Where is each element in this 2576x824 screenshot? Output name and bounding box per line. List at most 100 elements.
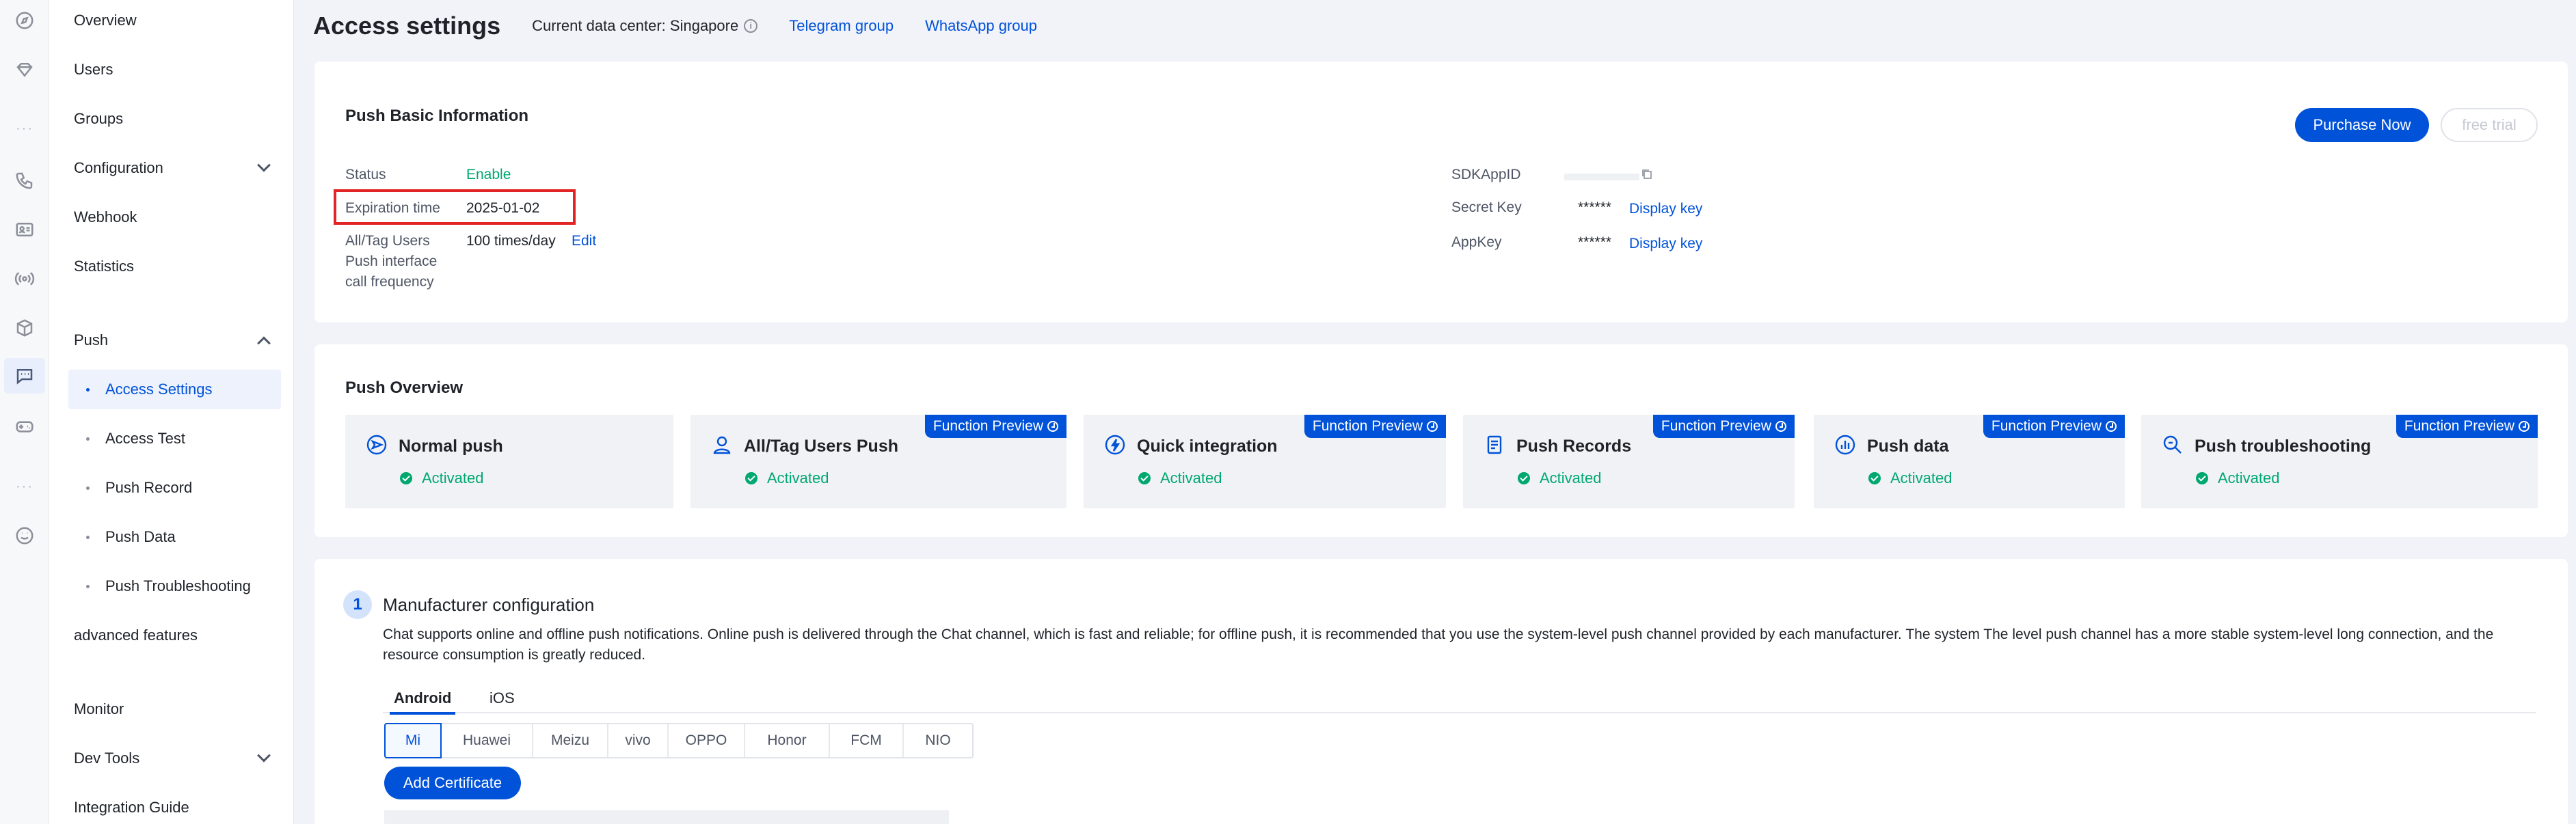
page-title: Access settings <box>313 12 501 40</box>
sidebar-item-statistics[interactable]: Statistics <box>74 247 281 286</box>
basic-info-title: Push Basic Information <box>345 107 529 125</box>
gem-icon[interactable] <box>12 57 37 82</box>
sidebar-item-push-record[interactable]: Push Record <box>68 468 281 508</box>
separator-dots: ··· <box>16 479 33 494</box>
chevron-up-icon <box>257 336 271 351</box>
function-preview-badge[interactable]: Function Preview <box>2396 415 2538 438</box>
secret-key-mask: ****** <box>1578 200 1612 215</box>
vendor-honor[interactable]: Honor <box>745 724 830 757</box>
status-value: Enable <box>466 167 511 182</box>
tile-status: Activated <box>1138 469 1222 487</box>
function-preview-badge[interactable]: Function Preview <box>1652 415 1795 438</box>
sidebar-item-access-settings[interactable]: Access Settings <box>68 370 281 409</box>
chevron-down-icon <box>257 158 271 172</box>
feature-tile-quick-integration[interactable]: Quick integration Activated Function Pre… <box>1084 415 1446 508</box>
secret-key-label: Secret Key <box>1451 200 1522 215</box>
chat-icon[interactable] <box>4 358 45 394</box>
tile-status: Activated <box>1518 469 1602 487</box>
sidebar-item-overview[interactable]: Overview <box>74 1 281 40</box>
function-preview-badge[interactable]: Function Preview <box>924 415 1066 438</box>
sidebar-item-push[interactable]: Push <box>74 321 281 359</box>
feature-tile-push-records[interactable]: Push Records Activated Function Preview <box>1463 415 1795 508</box>
add-certificate-button[interactable]: Add Certificate <box>384 767 521 799</box>
sidebar-item-access-test[interactable]: Access Test <box>68 419 281 458</box>
vendor-nio[interactable]: NIO <box>904 724 972 757</box>
copy-icon[interactable] <box>1641 168 1653 180</box>
frequency-label-line-3: call frequency <box>345 274 434 290</box>
tile-status: Activated <box>1868 469 1953 487</box>
smile-icon[interactable] <box>12 523 37 548</box>
sidebar-nav: Overview Users Groups Configuration Webh… <box>49 0 294 824</box>
feature-tile-normal-push[interactable]: Normal push Activated <box>345 415 673 508</box>
preview-clock-icon <box>1427 421 1438 432</box>
sidebar-item-integration-guide[interactable]: Integration Guide <box>74 788 281 824</box>
chart-icon <box>1834 434 1856 456</box>
feature-tile-all-tag-users-push[interactable]: All/Tag Users Push Activated Function Pr… <box>690 415 1066 508</box>
sidebar-item-users[interactable]: Users <box>74 51 281 89</box>
check-circle-icon <box>400 472 412 484</box>
display-secret-key-link[interactable]: Display key <box>1629 201 1702 217</box>
sidebar-item-groups[interactable]: Groups <box>74 100 281 138</box>
bullet-icon <box>86 486 90 490</box>
sidebar-item-push-data[interactable]: Push Data <box>68 517 281 557</box>
check-circle-icon <box>1518 472 1530 484</box>
tile-title: Normal push <box>399 437 503 456</box>
icon-rail: ··· ··· <box>0 0 49 824</box>
sidebar-item-push-troubleshooting[interactable]: Push Troubleshooting <box>68 566 281 606</box>
preview-clock-icon <box>1047 421 1058 432</box>
broadcast-icon[interactable] <box>12 266 37 291</box>
sidebar-item-configuration[interactable]: Configuration <box>74 149 281 187</box>
bullet-icon <box>86 387 90 392</box>
preview-clock-icon <box>2519 421 2530 432</box>
vendor-oppo[interactable]: OPPO <box>669 724 745 757</box>
vendor-mi[interactable]: Mi <box>384 723 442 758</box>
push-overview-title: Push Overview <box>345 379 464 397</box>
vendor-selector: Mi Huawei Meizu vivo OPPO Honor FCM NIO <box>384 723 974 758</box>
function-preview-badge[interactable]: Function Preview <box>1983 415 2125 438</box>
page-header: Access settings Current data center: Sin… <box>313 10 1037 42</box>
sdkappid-value <box>1564 174 1639 180</box>
telegram-group-link[interactable]: Telegram group <box>789 17 894 35</box>
free-trial-button[interactable]: free trial <box>2441 108 2538 142</box>
tile-title: Push Records <box>1516 437 1632 456</box>
bullet-icon <box>86 437 90 441</box>
data-center-label: Current data center: Singapore <box>532 17 739 34</box>
expiration-highlight-box <box>334 189 576 225</box>
sidebar-item-webhook[interactable]: Webhook <box>74 198 281 236</box>
sidebar-item-monitor[interactable]: Monitor <box>74 690 281 728</box>
vendor-huawei[interactable]: Huawei <box>442 724 533 757</box>
check-circle-icon <box>1868 472 1881 484</box>
whatsapp-group-link[interactable]: WhatsApp group <box>925 17 1037 35</box>
compass-icon[interactable] <box>12 8 37 33</box>
feature-tile-push-troubleshooting[interactable]: Push troubleshooting Activated Function … <box>2141 415 2538 508</box>
gamepad-icon[interactable] <box>12 414 37 439</box>
purchase-now-button[interactable]: Purchase Now <box>2295 108 2429 142</box>
sidebar-item-dev-tools[interactable]: Dev Tools <box>74 739 281 778</box>
cube-icon[interactable] <box>12 316 37 340</box>
document-icon <box>1484 434 1505 456</box>
vendor-meizu[interactable]: Meizu <box>533 724 608 757</box>
manufacturer-description: Chat supports online and offline push no… <box>383 627 2494 663</box>
phone-icon[interactable] <box>12 168 37 193</box>
vendor-fcm[interactable]: FCM <box>830 724 904 757</box>
appkey-label: AppKey <box>1451 234 1502 250</box>
bullet-icon <box>86 535 90 539</box>
sdkappid-label: SDKAppID <box>1451 167 1521 182</box>
sidebar-item-advanced-features[interactable]: advanced features <box>74 616 281 655</box>
function-preview-badge[interactable]: Function Preview <box>1304 415 1446 438</box>
status-label: Status <box>345 167 386 182</box>
search-icon <box>2162 434 2184 456</box>
id-card-icon[interactable] <box>12 217 37 242</box>
tab-android[interactable]: Android <box>389 683 456 715</box>
edit-frequency-link[interactable]: Edit <box>572 233 596 249</box>
feature-tile-push-data[interactable]: Push data Activated Function Preview <box>1814 415 2125 508</box>
tab-ios[interactable]: iOS <box>489 683 515 713</box>
tile-status: Activated <box>400 469 484 487</box>
check-circle-icon <box>2196 472 2208 484</box>
vendor-vivo[interactable]: vivo <box>608 724 669 757</box>
bullet-icon <box>86 584 90 588</box>
check-circle-icon <box>1138 472 1151 484</box>
info-icon[interactable]: i <box>744 19 758 33</box>
display-appkey-link[interactable]: Display key <box>1629 236 1702 252</box>
bolt-icon <box>1104 434 1126 456</box>
